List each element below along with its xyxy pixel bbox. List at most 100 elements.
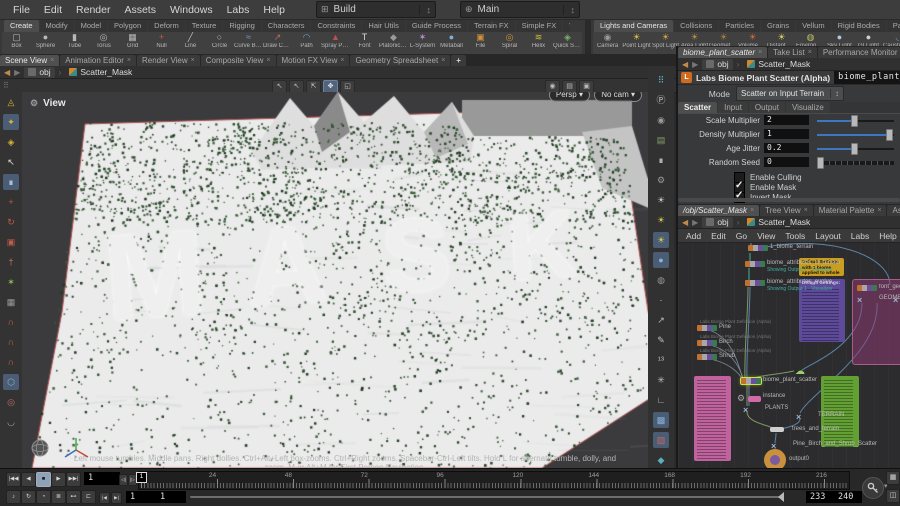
shelf-tool-helix[interactable]: ≋Helix — [524, 32, 553, 54]
slider-knob[interactable] — [817, 157, 824, 169]
path-node-chip[interactable]: Scatter_Mask — [743, 217, 814, 228]
net-menu-tools[interactable]: Tools — [781, 231, 809, 241]
display-points-icon[interactable]: · — [653, 292, 669, 308]
shelf-tool-quick-shapes[interactable]: ◈Quick Shapes — [553, 32, 582, 54]
shelf-tab-terrain-fx[interactable]: Terrain FX — [468, 20, 515, 32]
point-numbers-icon[interactable]: ¹³ — [653, 352, 669, 368]
playbar-layout-icon[interactable]: ◫ — [886, 489, 900, 503]
nav-forward-icon[interactable]: ▶ — [14, 68, 20, 77]
nav-back-icon[interactable]: ◀ — [682, 60, 688, 69]
shadows-icon[interactable]: ● — [653, 252, 669, 268]
pane-tab-close-icon[interactable]: × — [804, 205, 808, 216]
sculpt-tool-icon[interactable]: ✶ — [3, 274, 19, 290]
display-particles-icon[interactable]: ✳ — [653, 372, 669, 388]
shelf-tool-file[interactable]: ▣File — [466, 32, 495, 54]
node-shrub[interactable] — [697, 354, 717, 360]
parm-value-field[interactable]: 2 — [764, 115, 809, 125]
shelf-tab-vellum[interactable]: Vellum — [796, 20, 831, 32]
network-editor[interactable]: Default Settings with 1 biome applied to… — [678, 243, 900, 468]
rewind-button[interactable]: |◀◀ — [6, 472, 21, 487]
pane-tab-take-list[interactable]: Take List× — [768, 47, 817, 58]
network-box-geometry-mask[interactable] — [852, 279, 900, 365]
shelf-tool-platonic-solids[interactable]: ◆Platonic Solids — [379, 32, 408, 54]
auto-key-button[interactable] — [862, 477, 884, 499]
display-uv-icon[interactable]: ✎ — [653, 332, 669, 348]
shelf-tool-sphere[interactable]: ●Sphere — [31, 32, 60, 54]
global-start-field[interactable]: 1 — [126, 491, 156, 503]
material-shading-icon[interactable]: ◍ — [653, 272, 669, 288]
shelf-tool-draw-curve[interactable]: ↗Draw Curve — [263, 32, 292, 54]
node-biome_attributes_to_terrain[interactable] — [745, 261, 765, 267]
shelf-tool-tube[interactable]: ▮Tube — [60, 32, 89, 54]
layout-icon[interactable]: ▤ — [653, 132, 669, 148]
node-geometry_mask[interactable]: × — [857, 296, 862, 304]
range-start-button[interactable]: |◀ — [99, 492, 110, 504]
pane-tab-performance-monitor[interactable]: Performance Monitor× — [818, 47, 900, 58]
menu-file[interactable]: File — [6, 4, 37, 16]
lock-camera-icon[interactable]: ∎ — [653, 152, 669, 168]
range-slider[interactable] — [190, 496, 782, 498]
play-button[interactable]: ▶ — [51, 472, 66, 487]
high-quality-lighting-icon[interactable]: ☀ — [653, 232, 669, 248]
scene-viewport[interactable]: ⚙ View Persp ▾ No cam ▾ Left mouse tumbl… — [22, 92, 648, 468]
snap-grid-icon[interactable]: ∩ — [3, 354, 19, 370]
shelf-tool-null[interactable]: +Null — [147, 32, 176, 54]
shelf-tool-path[interactable]: ◠Path — [292, 32, 321, 54]
net-menu-view[interactable]: View — [753, 231, 779, 241]
parm-value-field[interactable]: 0 — [764, 157, 809, 167]
camera-view-icon[interactable]: ◉ — [653, 112, 669, 128]
parm-tab-scatter[interactable]: Scatter — [678, 102, 717, 113]
pane-tab-close-icon[interactable]: × — [266, 55, 270, 66]
net-menu-go[interactable]: Go — [732, 231, 751, 241]
parm-tab-input[interactable]: Input — [718, 102, 748, 113]
pane-tab-close-icon[interactable]: × — [877, 205, 881, 216]
shelf-tool-font[interactable]: TFont — [350, 32, 379, 54]
shelf-tool-metaball[interactable]: ●Metaball — [437, 32, 466, 54]
shelf-tool-spray-paint[interactable]: ▲Spray Paint — [321, 32, 350, 54]
path-node-chip[interactable]: Scatter_Mask — [65, 67, 136, 78]
shelf-tool-camera[interactable]: ◉Camera — [593, 32, 622, 54]
shelf-tab-grains[interactable]: Grains — [761, 20, 795, 32]
node-terrain[interactable]: × — [796, 413, 801, 421]
menu-assets[interactable]: Assets — [117, 4, 163, 16]
node-trees_and_terrain[interactable] — [770, 427, 784, 432]
parm-tab-output[interactable]: Output — [749, 102, 785, 113]
parm-slider[interactable] — [817, 157, 894, 167]
path-node-chip[interactable]: Scatter_Mask — [743, 59, 814, 70]
shelf-tab-polygon[interactable]: Polygon — [108, 20, 147, 32]
select-arrow-icon[interactable]: ↖ — [3, 154, 19, 170]
shelf-tab-particle-fluids[interactable]: Particle Fluids — [887, 20, 900, 32]
loop-mode-button[interactable]: ↻ — [21, 490, 36, 504]
pane-tab-motion-fx-view[interactable]: Motion FX View× — [277, 55, 350, 66]
desktop-selector[interactable]: ⊞Build↕ — [316, 1, 436, 18]
sim-cache-button[interactable]: ⊷ — [66, 490, 81, 504]
pane-tab-close-icon[interactable]: × — [750, 205, 754, 216]
audio-toggle-button[interactable]: ♪ — [6, 490, 21, 504]
shelf-tab-characters[interactable]: Characters — [262, 20, 311, 32]
pane-tab--[interactable]: + — [451, 55, 466, 66]
performance-badge-icon[interactable]: Ⓟ — [653, 92, 669, 108]
visibility-icon[interactable]: ◎ — [3, 394, 19, 410]
pane-tab-close-icon[interactable]: × — [441, 55, 445, 66]
snap-points-icon[interactable]: ∩ — [3, 314, 19, 330]
shelf-tab-model[interactable]: Model — [75, 20, 107, 32]
node-instance[interactable]: ⚙ — [737, 394, 745, 403]
world-up-gizmo-icon[interactable] — [30, 438, 50, 458]
radial-menu-icon[interactable]: ◡ — [3, 414, 19, 430]
realtime-toggle-button[interactable]: ◔ — [36, 490, 51, 504]
view-selector[interactable]: ⊕Main↕ — [460, 1, 580, 18]
pane-tab-close-icon[interactable]: × — [50, 55, 54, 66]
range-limit-button[interactable]: ⊏ — [81, 490, 96, 504]
net-menu-help[interactable]: Help — [875, 231, 900, 241]
pane-tab-material-palette[interactable]: Material Palette× — [814, 205, 887, 216]
nav-back-icon[interactable]: ◀ — [682, 218, 688, 227]
shelf-tab-texture[interactable]: Texture — [186, 20, 223, 32]
shelf-tab-deform[interactable]: Deform — [148, 20, 185, 32]
modeler-icon[interactable]: ⬡ — [3, 374, 19, 390]
view-menu[interactable]: ⚙ View — [30, 98, 66, 109]
view-selector-spinner-icon[interactable]: ↕ — [563, 5, 575, 15]
menu-labs[interactable]: Labs — [220, 4, 257, 16]
net-menu-labs[interactable]: Labs — [847, 231, 873, 241]
shelf-tab-constraints[interactable]: Constraints — [311, 20, 361, 32]
slider-knob[interactable] — [886, 129, 893, 141]
